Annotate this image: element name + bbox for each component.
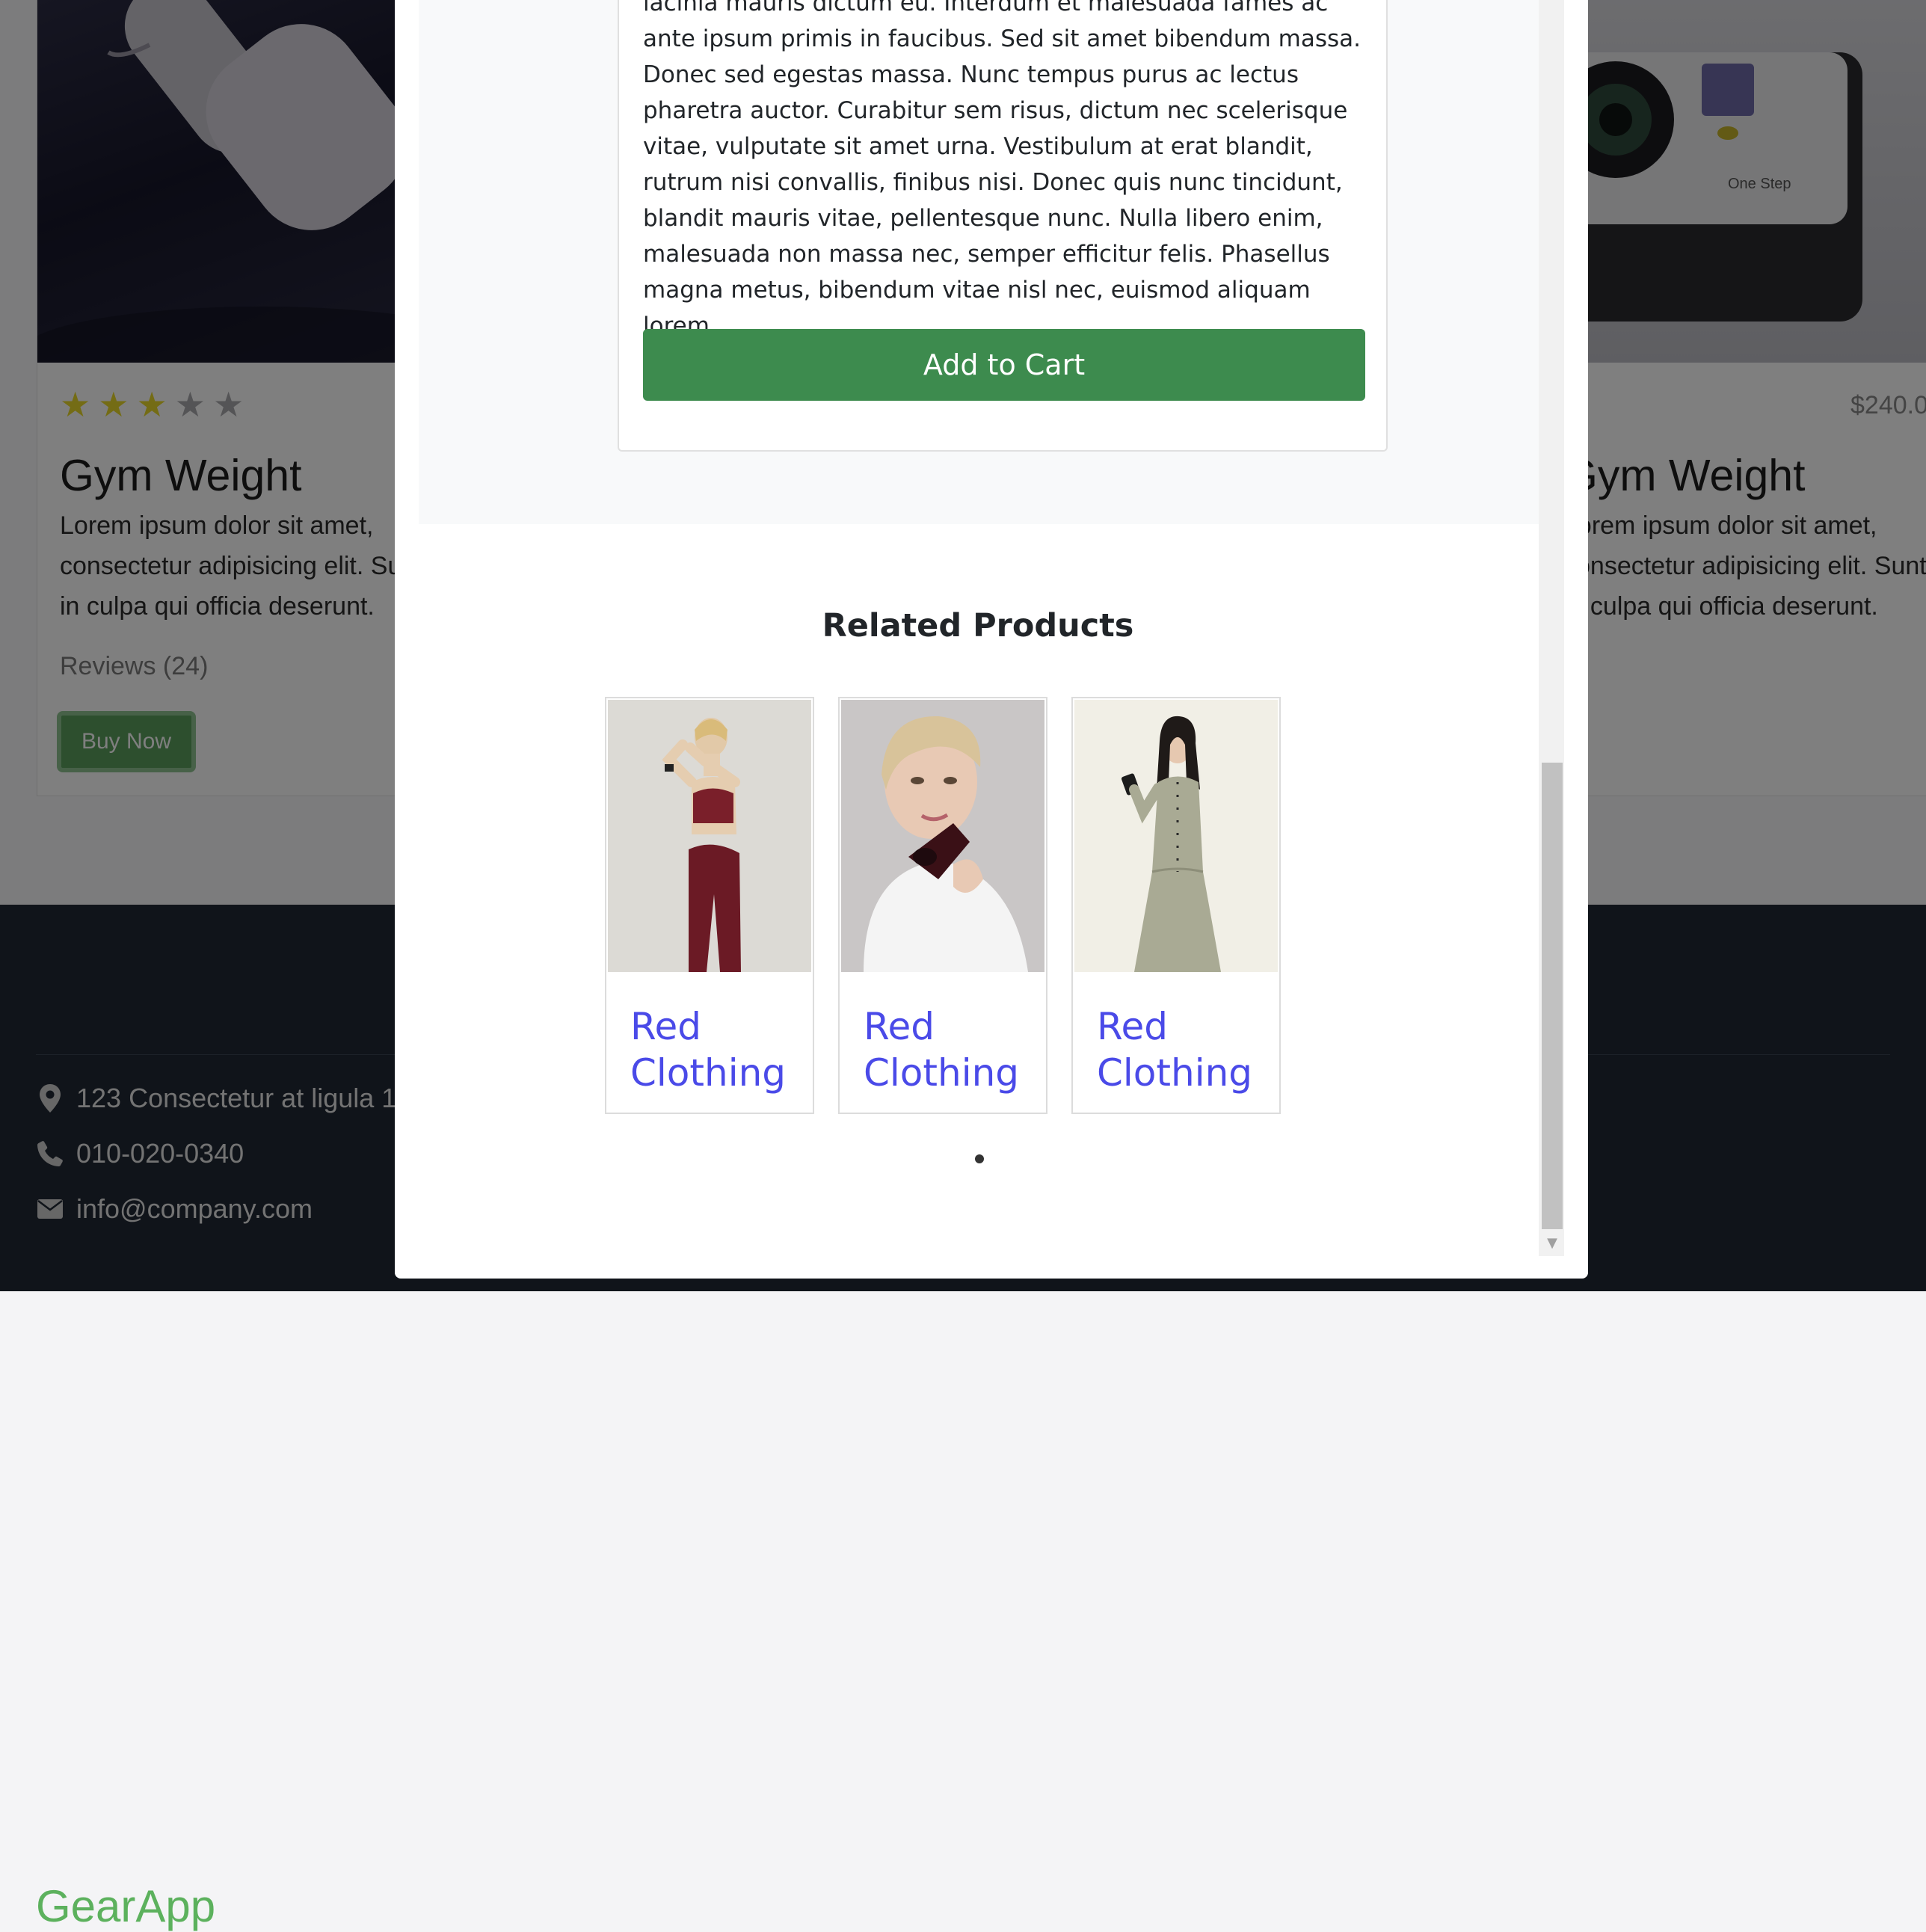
footer-brand[interactable]: GearApp: [36, 1880, 215, 1932]
product-image: [608, 700, 811, 972]
product-detail-card: lacinia mauris dictum eu. Interdum et ma…: [618, 0, 1388, 452]
scrollbar-thumb[interactable]: [1542, 763, 1563, 1229]
scroll-down-arrow-icon[interactable]: ▼: [1542, 1232, 1563, 1253]
add-to-cart-button[interactable]: Add to Cart: [643, 329, 1365, 401]
carousel-indicator[interactable]: [975, 1154, 984, 1163]
product-detail-section: lacinia mauris dictum eu. Interdum et ma…: [419, 0, 1539, 524]
related-product-name[interactable]: Red Clothing: [1097, 1003, 1276, 1096]
product-image: [841, 700, 1044, 972]
related-product-name[interactable]: Red Clothing: [630, 1003, 810, 1096]
modal-scrollbar[interactable]: ▼: [1539, 0, 1564, 1256]
related-products-title: Related Products: [822, 607, 1134, 644]
related-product-card[interactable]: Red Clothing: [605, 697, 814, 1114]
related-product-card[interactable]: Red Clothing: [1071, 697, 1281, 1114]
related-product-name[interactable]: Red Clothing: [864, 1003, 1043, 1096]
related-product-card[interactable]: Red Clothing: [838, 697, 1047, 1114]
modal-content: lacinia mauris dictum eu. Interdum et ma…: [395, 0, 1539, 1279]
product-image: [1074, 700, 1278, 972]
product-detail-description: lacinia mauris dictum eu. Interdum et ma…: [643, 0, 1361, 339]
product-modal: lacinia mauris dictum eu. Interdum et ma…: [395, 0, 1588, 1279]
